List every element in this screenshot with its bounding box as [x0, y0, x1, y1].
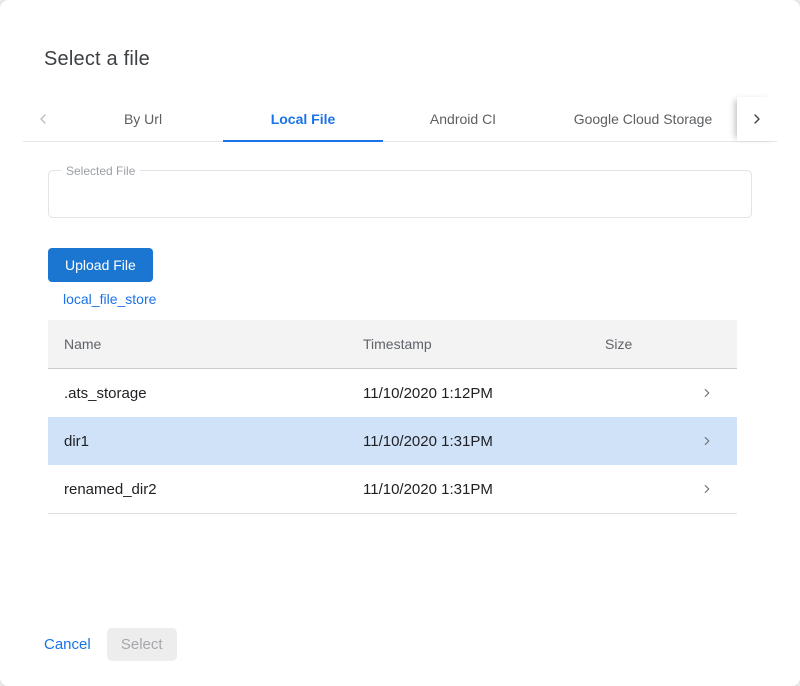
active-tab-indicator	[223, 140, 383, 142]
dialog-actions: Cancel Select	[44, 628, 177, 661]
tab-google-cloud-storage[interactable]: Google Cloud Storage	[543, 97, 743, 141]
file-name-cell: .ats_storage	[48, 385, 347, 402]
table-row[interactable]: .ats_storage 11/10/2020 1:12PM	[48, 369, 737, 417]
dialog-title: Select a file	[44, 48, 150, 71]
selected-file-input[interactable]	[49, 171, 751, 217]
timestamp-cell: 11/10/2020 1:12PM	[347, 385, 589, 402]
file-name-cell: renamed_dir2	[48, 481, 347, 498]
select-button[interactable]: Select	[107, 628, 177, 661]
open-folder-button[interactable]	[677, 482, 737, 496]
select-file-dialog: Select a file By Url Local File Android …	[0, 0, 800, 686]
file-name-cell: dir1	[48, 433, 347, 450]
selected-file-field: Selected File	[48, 170, 752, 218]
file-table: Name Timestamp Size .ats_storage 11/10/2…	[48, 320, 737, 514]
tabs-paginate-prev-button[interactable]	[23, 97, 63, 141]
timestamp-cell: 11/10/2020 1:31PM	[347, 433, 589, 450]
open-folder-button[interactable]	[677, 434, 737, 448]
tab-by-url[interactable]: By Url	[63, 97, 223, 141]
chevron-right-icon	[700, 434, 714, 448]
timestamp-cell: 11/10/2020 1:31PM	[347, 481, 589, 498]
table-row[interactable]: dir1 11/10/2020 1:31PM	[48, 417, 737, 465]
upload-file-button[interactable]: Upload File	[48, 248, 153, 282]
chevron-left-icon	[35, 111, 51, 127]
cancel-button[interactable]: Cancel	[44, 632, 91, 657]
tab-label: Local File	[271, 111, 336, 127]
tabs-paginate-next-button[interactable]	[737, 97, 777, 141]
tab-bar: By Url Local File Android CI Google Clou…	[23, 97, 777, 142]
chevron-right-icon	[700, 482, 714, 496]
tab-android-ci[interactable]: Android CI	[383, 97, 543, 141]
chevron-right-icon	[749, 111, 765, 127]
tab-label: By Url	[124, 111, 162, 127]
open-folder-button[interactable]	[677, 386, 737, 400]
table-row[interactable]: renamed_dir2 11/10/2020 1:31PM	[48, 465, 737, 513]
tab-local-file[interactable]: Local File	[223, 97, 383, 141]
column-header-size: Size	[589, 336, 677, 352]
chevron-right-icon	[700, 386, 714, 400]
tab-label: Android CI	[430, 111, 496, 127]
breadcrumb-local-file-store[interactable]: local_file_store	[63, 291, 156, 307]
column-header-name: Name	[48, 336, 347, 352]
tab-label: Google Cloud Storage	[574, 111, 713, 127]
table-header-row: Name Timestamp Size	[48, 320, 737, 369]
column-header-timestamp: Timestamp	[347, 336, 589, 352]
